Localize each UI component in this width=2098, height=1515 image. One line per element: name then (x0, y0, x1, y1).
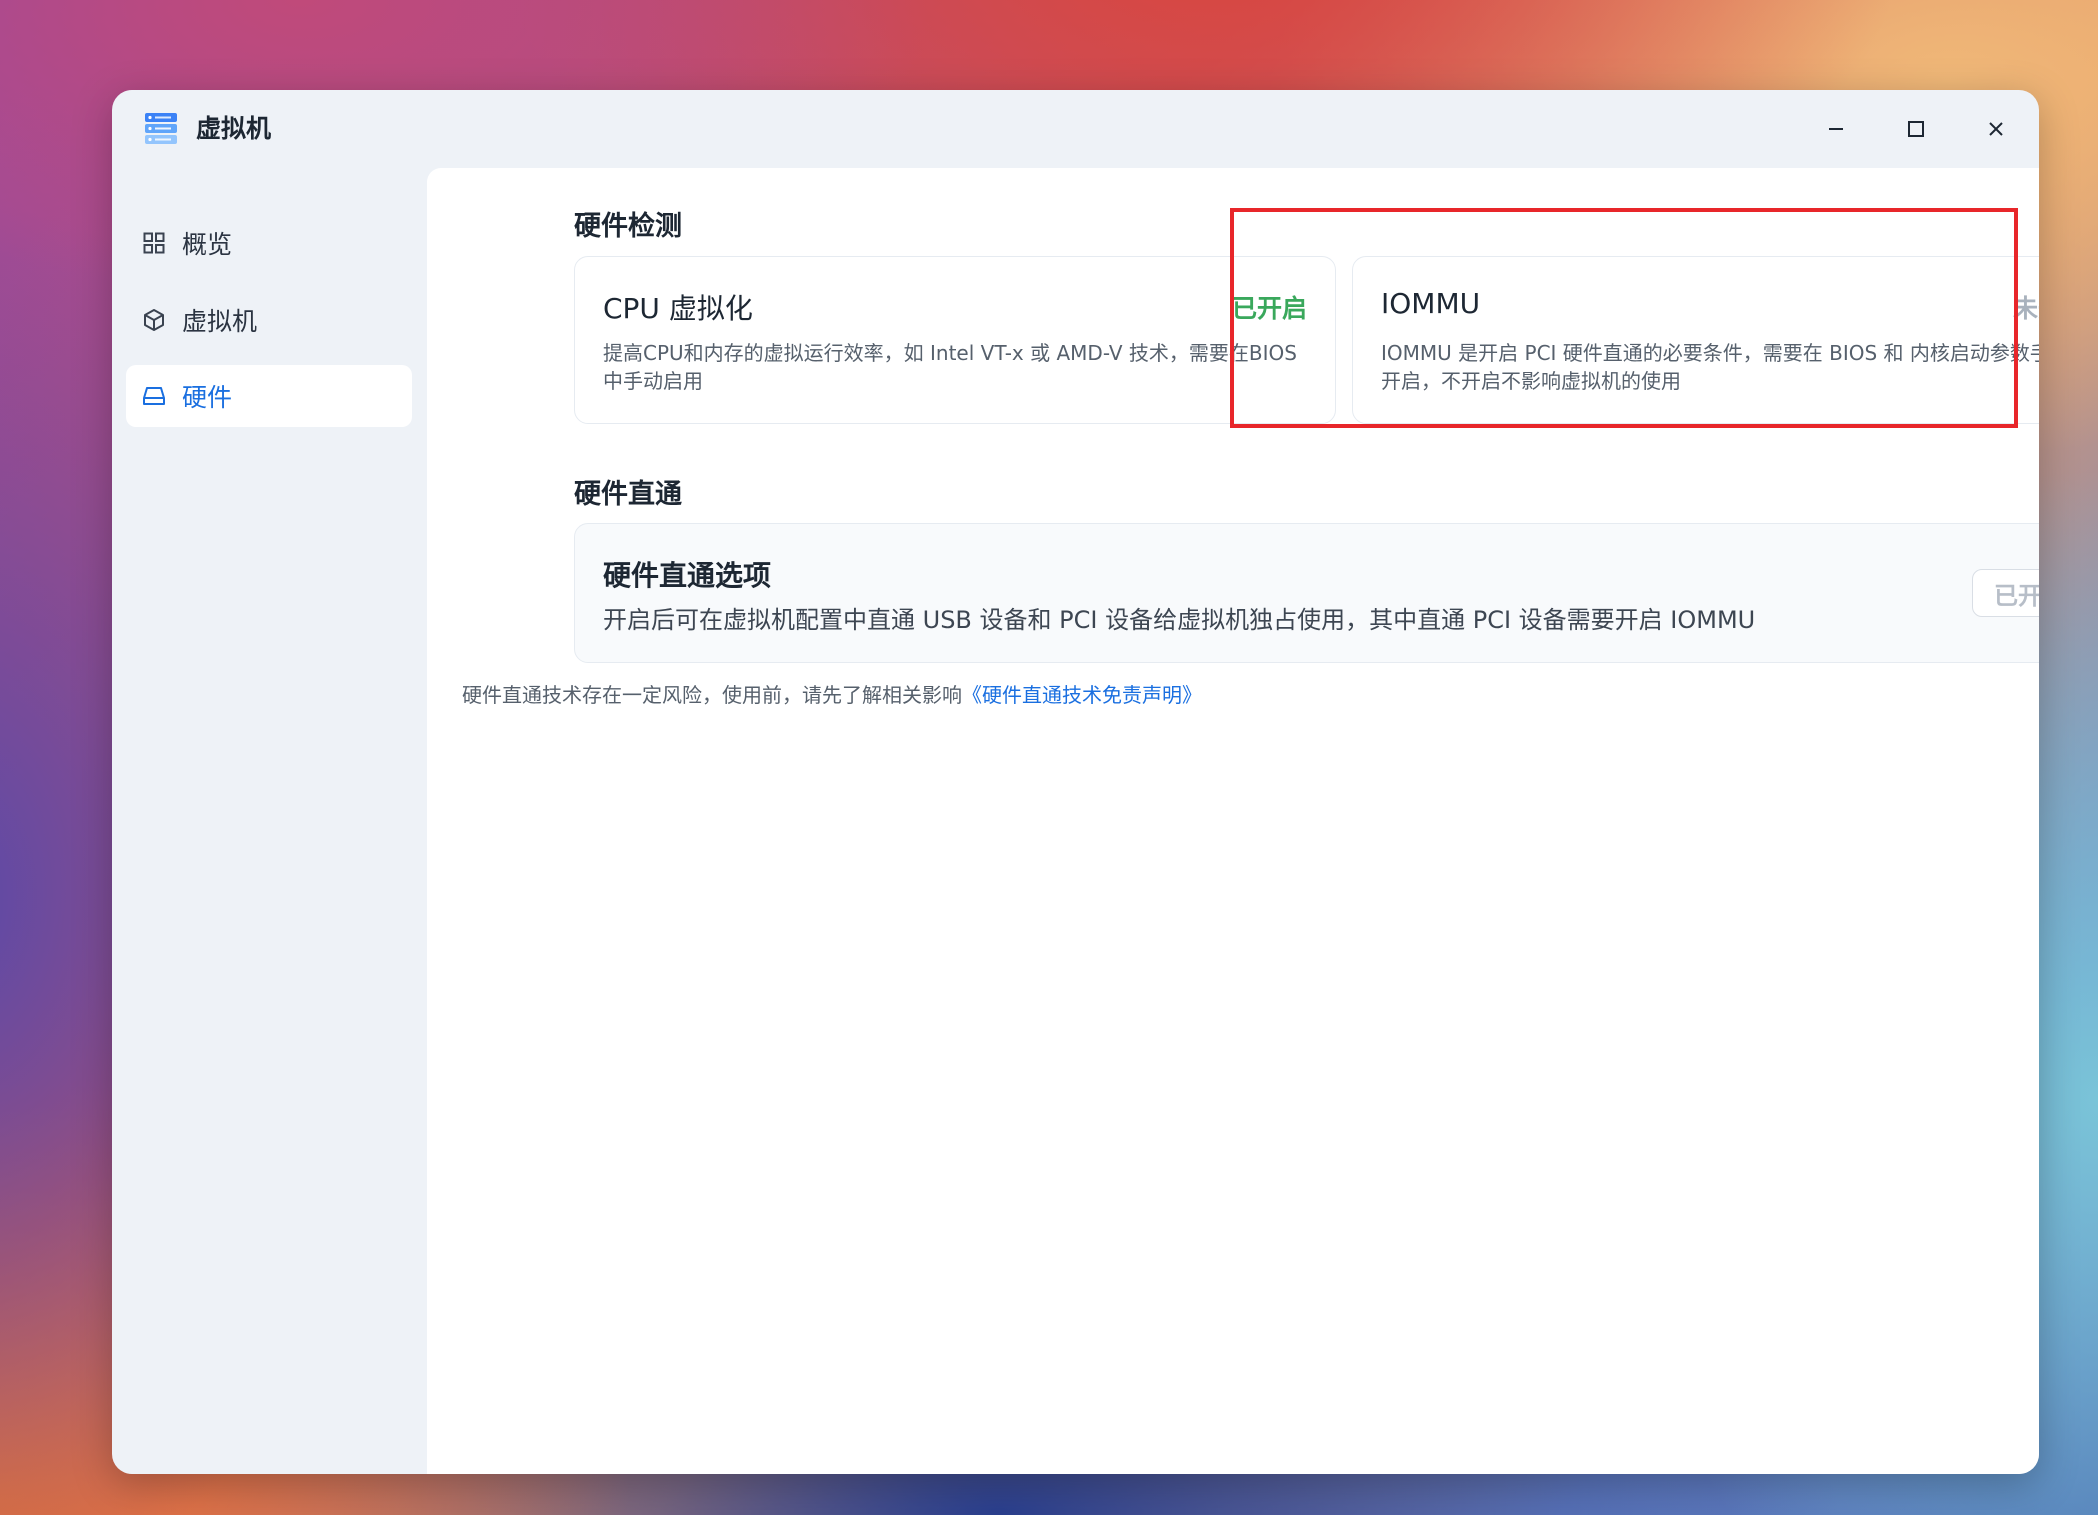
cpu-virtualization-card: CPU 虚拟化 已开启 提高CPU和内存的虚拟运行效率，如 Intel VT-x… (574, 256, 1336, 424)
maximize-button[interactable] (1891, 108, 1941, 150)
cube-icon (140, 306, 168, 334)
minimize-button[interactable] (1811, 108, 1861, 150)
sidebar-item-label: 硬件 (182, 383, 233, 412)
disclaimer-link[interactable]: 《硬件直通技术免责声明》 (962, 683, 1202, 707)
risk-note-text: 硬件直通技术存在一定风险，使用前，请先了解相关影响 (462, 683, 962, 707)
sidebar-item-overview[interactable]: 概览 (126, 212, 412, 274)
title-bar: 虚拟机 (112, 90, 2039, 168)
card-title: CPU 虚拟化 (603, 292, 753, 325)
hardware-detection-title: 硬件检测 (574, 211, 682, 242)
passthrough-title: 硬件直通 (574, 479, 682, 510)
risk-note: 硬件直通技术存在一定风险，使用前，请先了解相关影响《硬件直通技术免责声明》 (462, 679, 1202, 708)
passthrough-option-card: 硬件直通选项 开启后可在虚拟机配置中直通 USB 设备和 PCI 设备给虚拟机独… (574, 523, 2039, 663)
sidebar-item-hardware[interactable]: 硬件 (126, 365, 412, 427)
server-app-icon (144, 111, 178, 145)
passthrough-option-description: 开启后可在虚拟机配置中直通 USB 设备和 PCI 设备给虚拟机独占使用，其中直… (603, 606, 1756, 634)
passthrough-toggle-button[interactable]: 已开启 (1972, 569, 2039, 617)
sidebar-item-label: 虚拟机 (182, 307, 258, 336)
drive-icon (140, 382, 168, 410)
sidebar: 概览 虚拟机 硬件 (112, 168, 424, 1474)
minimize-icon (1829, 128, 1843, 130)
maximize-icon (1908, 121, 1924, 137)
card-description: 提高CPU和内存的虚拟运行效率，如 Intel VT-x 或 AMD-V 技术，… (603, 341, 1297, 393)
window-title: 虚拟机 (196, 114, 272, 143)
close-icon (1989, 122, 2003, 136)
passthrough-option-title: 硬件直通选项 (603, 559, 772, 592)
close-button[interactable] (1971, 108, 2021, 150)
highlight-box (1230, 208, 2018, 428)
grid-icon (140, 229, 168, 257)
sidebar-item-vm[interactable]: 虚拟机 (126, 289, 412, 351)
sidebar-item-label: 概览 (182, 230, 233, 259)
